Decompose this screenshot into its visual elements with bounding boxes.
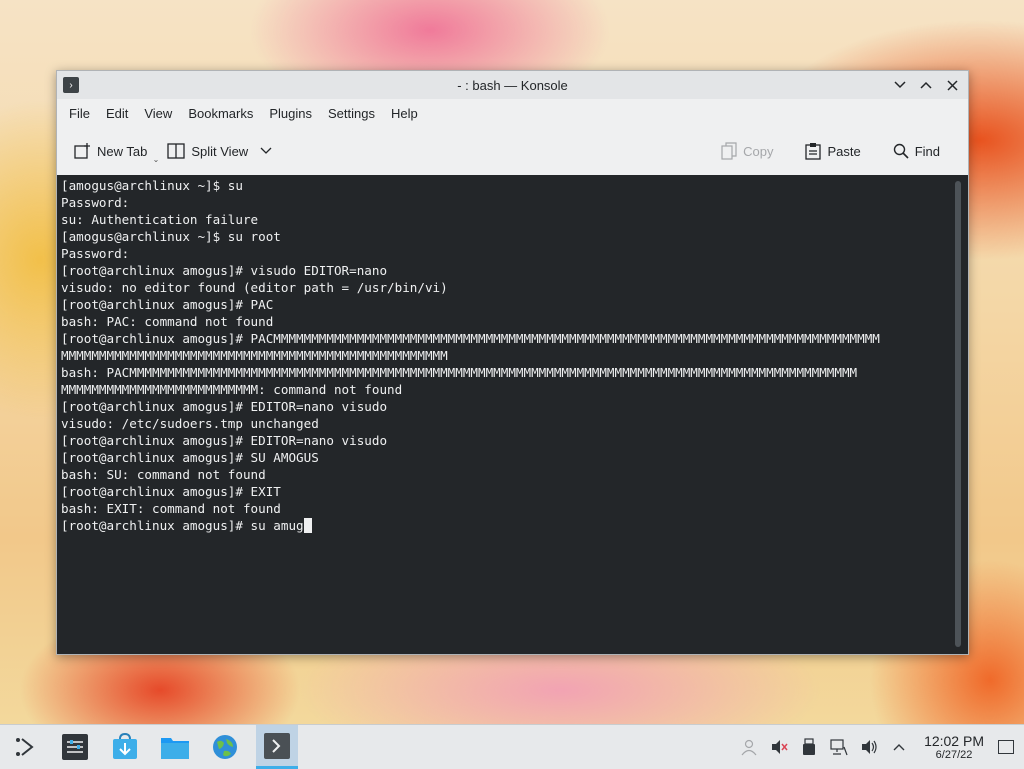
close-button[interactable]	[942, 75, 962, 95]
application-launcher-icon[interactable]	[7, 729, 43, 765]
konsole-icon[interactable]	[256, 725, 298, 769]
new-tab-button[interactable]: New Tab ⌄	[67, 138, 159, 164]
text-cursor	[303, 518, 312, 533]
terminal-prompt-line: [root@archlinux amogus]# su amug	[61, 517, 944, 534]
terminal-line: MMMMMMMMMMMMMMMMMMMMMMMMMMMMMMMMMMMMMMMM…	[61, 348, 448, 363]
menu-bar: File Edit View Bookmarks Plugins Setting…	[57, 99, 968, 129]
copy-icon	[721, 142, 737, 160]
terminal-line: visudo: /etc/sudoers.tmp unchanged	[61, 416, 319, 431]
terminal-line: [root@archlinux amogus]# PACMMMMMMMMMMMM…	[61, 331, 880, 346]
split-view-icon	[167, 143, 185, 159]
menu-plugins[interactable]: Plugins	[261, 99, 320, 129]
terminal-line: [amogus@archlinux ~]$ su root	[61, 229, 281, 244]
user-icon[interactable]	[739, 737, 759, 757]
system-settings-icon[interactable]	[57, 729, 93, 765]
terminal-line: bash: SU: command not found	[61, 467, 266, 482]
current-command: [root@archlinux amogus]# su amug	[61, 518, 304, 533]
terminal-line: bash: EXIT: command not found	[61, 501, 281, 516]
copy-button[interactable]: Copy	[715, 138, 779, 164]
dolphin-icon[interactable]	[157, 729, 193, 765]
terminal-line: Password:	[61, 195, 130, 210]
find-label: Find	[914, 143, 940, 159]
show-desktop-icon[interactable]	[998, 740, 1014, 754]
menu-file[interactable]: File	[61, 99, 98, 129]
clock-date: 6/27/22	[935, 748, 973, 761]
window-controls	[890, 75, 962, 95]
search-icon	[893, 143, 909, 159]
chevron-down-icon[interactable]	[890, 75, 910, 95]
caret-icon: ⌄	[152, 155, 160, 164]
split-view-label: Split View	[191, 143, 249, 159]
menu-settings[interactable]: Settings	[320, 99, 383, 129]
speaker-icon[interactable]	[859, 737, 879, 757]
terminal-line: [root@archlinux amogus]# visudo EDITOR=n…	[61, 263, 388, 278]
title-bar[interactable]: › - : bash — Konsole	[57, 71, 968, 99]
chevron-down-icon	[260, 147, 272, 155]
usb-drive-icon[interactable]	[799, 737, 819, 757]
menu-bookmarks[interactable]: Bookmarks	[180, 99, 261, 129]
paste-icon	[805, 142, 822, 160]
terminal-scrollbar[interactable]	[955, 181, 961, 647]
terminal-line: su: Authentication failure	[61, 212, 259, 227]
maximize-button[interactable]	[916, 75, 936, 95]
paste-button[interactable]: Paste	[799, 138, 866, 164]
menu-edit[interactable]: Edit	[98, 99, 136, 129]
new-tab-icon	[73, 142, 91, 160]
menu-view[interactable]: View	[136, 99, 180, 129]
terminal-line: bash: PACMMMMMMMMMMMMMMMMMMMMMMMMMMMMMMM…	[61, 365, 858, 380]
toolbar-right: Copy Paste Find	[715, 129, 954, 173]
system-tray: 12:02 PM 6/27/22	[734, 725, 1024, 769]
volume-muted-icon[interactable]	[769, 737, 789, 757]
terminal-line: [root@archlinux amogus]# SU AMOGUS	[61, 450, 319, 465]
window-title: - : bash — Konsole	[457, 77, 568, 93]
paste-label: Paste	[827, 143, 861, 159]
terminal-line: [root@archlinux amogus]# EDITOR=nano vis…	[61, 399, 388, 414]
taskbar: 12:02 PM 6/27/22	[0, 724, 1024, 769]
split-view-button[interactable]: Split View	[161, 139, 278, 163]
terminal-line: visudo: no editor found (editor path = /…	[61, 280, 448, 295]
copy-label: Copy	[743, 143, 774, 159]
find-button[interactable]: Find	[887, 139, 946, 163]
network-icon[interactable]	[829, 737, 849, 757]
terminal-line: [root@archlinux amogus]# EDITOR=nano vis…	[61, 433, 388, 448]
konsole-app-icon[interactable]: ›	[63, 77, 79, 93]
terminal-line: MMMMMMMMMMMMMMMMMMMMMMMMMM: command not …	[61, 382, 403, 397]
terminal-line: [root@archlinux amogus]# EXIT	[61, 484, 281, 499]
terminal-line: [root@archlinux amogus]# PAC	[61, 297, 274, 312]
terminal-line: bash: PAC: command not found	[61, 314, 274, 329]
clock-time: 12:02 PM	[924, 732, 984, 749]
digital-clock[interactable]: 12:02 PM 6/27/22	[924, 733, 984, 762]
discover-icon[interactable]	[107, 729, 143, 765]
terminal-line: [amogus@archlinux ~]$ su	[61, 178, 243, 193]
new-tab-label: New Tab	[97, 143, 148, 159]
menu-help[interactable]: Help	[383, 99, 426, 129]
terminal-view[interactable]: [amogus@archlinux ~]$ su Password: su: A…	[57, 175, 968, 654]
terminal-line: Password:	[61, 246, 130, 261]
web-browser-icon[interactable]	[207, 729, 243, 765]
konsole-window: › - : bash — Konsole File Edit View Book…	[56, 70, 969, 655]
toolbar: New Tab ⌄ Split View Copy Paste Find	[57, 129, 968, 173]
chevron-up-icon[interactable]	[889, 737, 909, 757]
